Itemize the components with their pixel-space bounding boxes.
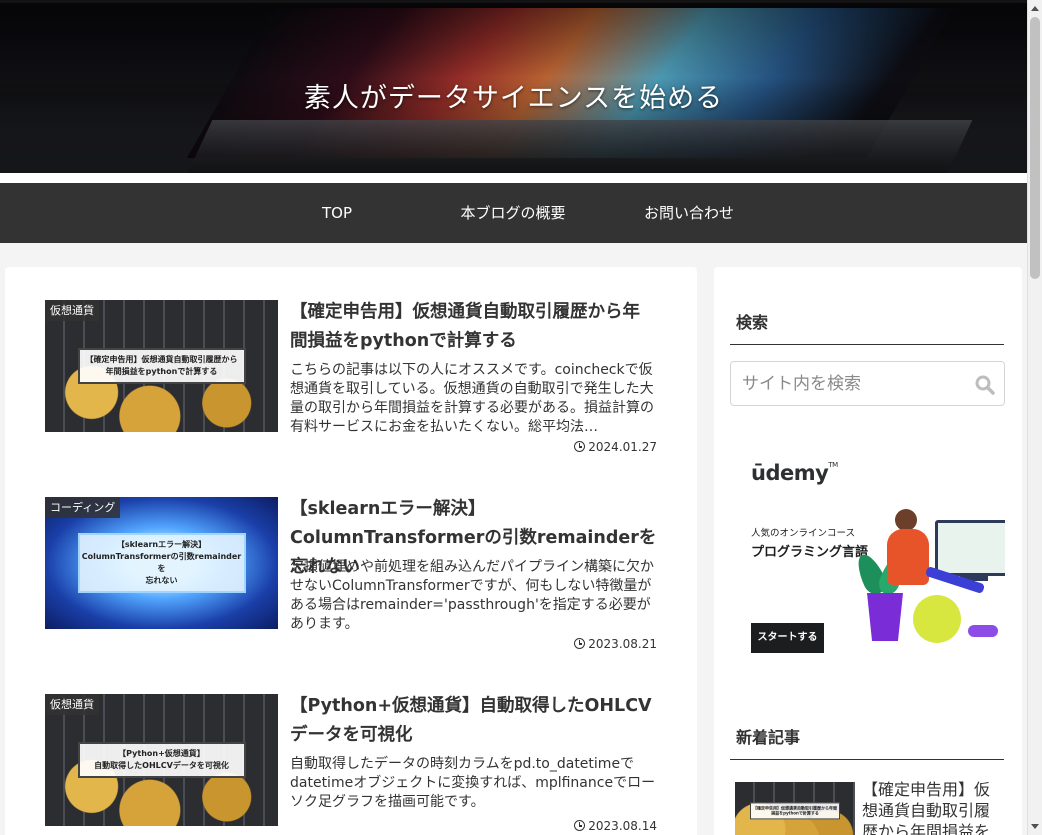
nav-item-about[interactable]: 本ブログの概要 — [425, 183, 601, 243]
post-card[interactable]: 【Python+仮想通貨】 自動取得したOHLCVデータを可視化 仮想通貨 【P… — [45, 694, 657, 835]
post-date: 2023.08.14 — [537, 819, 657, 833]
vertical-scrollbar[interactable] — [1027, 0, 1042, 835]
udemy-logo-tm: TM — [828, 461, 838, 469]
thumbnail-caption-line: 年間損益をpythonで計算する — [105, 367, 218, 376]
header-divider — [0, 173, 1027, 183]
scrollbar-thumb[interactable] — [1030, 17, 1040, 279]
search-icon[interactable] — [975, 375, 995, 395]
ad-subtitle: 人気のオンラインコース — [751, 528, 856, 539]
nav-item-contact[interactable]: お問い合わせ — [601, 183, 777, 243]
category-label: 仮想通貨 — [45, 300, 99, 321]
sidebar: 検索 ūdemyTM 人気のオンラインコース プログラミング言語 スタートする … — [714, 267, 1022, 835]
new-post-thumbnail[interactable]: 【確定申告用】仮想通貨自動取引履歴から年間損益をpythonで計算する — [735, 782, 855, 835]
search-input[interactable] — [731, 362, 971, 405]
new-post-thumbnail-caption: 【確定申告用】仮想通貨自動取引履歴から年間損益をpythonで計算する — [750, 801, 840, 820]
udemy-ad-banner[interactable]: ūdemyTM 人気のオンラインコース プログラミング言語 スタートする — [750, 457, 1005, 657]
thumbnail-caption-line: 忘れない — [145, 576, 178, 585]
post-thumbnail[interactable]: 【Python+仮想通貨】 自動取得したOHLCVデータを可視化 仮想通貨 — [45, 694, 278, 826]
clock-icon — [574, 820, 586, 831]
ad-illustration-monitor — [935, 520, 1005, 576]
scroll-up-arrow-icon[interactable] — [1031, 6, 1039, 11]
thumbnail-caption-line: 【確定申告用】仮想通貨自動取引履歴から — [85, 355, 238, 364]
post-date-text: 2023.08.14 — [588, 819, 657, 833]
site-header: 素人がデータサイエンスを始める — [0, 0, 1027, 173]
post-thumbnail[interactable]: 【確定申告用】仮想通貨自動取引履歴から 年間損益をpythonで計算する 仮想通… — [45, 300, 278, 432]
ad-illustration-plant-pot — [867, 593, 903, 641]
thumbnail-caption-line: 【Python+仮想通貨】 — [118, 749, 205, 758]
new-posts-widget-title: 新着記事 — [730, 724, 1004, 760]
clock-icon — [574, 638, 586, 649]
udemy-logo-text: ūdemy — [751, 461, 829, 485]
post-date-text: 2023.08.21 — [588, 637, 657, 651]
thumbnail-caption: 【Python+仮想通貨】 自動取得したOHLCVデータを可視化 — [77, 742, 246, 778]
post-card[interactable]: 【確定申告用】仮想通貨自動取引履歴から 年間損益をpythonで計算する 仮想通… — [45, 300, 657, 470]
site-title[interactable]: 素人がデータサイエンスを始める — [0, 76, 1027, 115]
thumbnail-caption: 【確定申告用】仮想通貨自動取引履歴から 年間損益をpythonで計算する — [77, 348, 246, 384]
ad-illustration-ball-seat — [913, 595, 961, 643]
thumbnail-caption-line: ColumnTransformerの引数remainderを — [81, 552, 242, 573]
clock-icon — [574, 441, 586, 452]
post-thumbnail[interactable]: 【sklearnエラー解決】 ColumnTransformerの引数remai… — [45, 497, 278, 629]
post-snippet: 欠損値埋めや前処理を組み込んだパイプライン構築に欠かせないColumnTrans… — [290, 559, 654, 632]
thumbnail-caption: 【sklearnエラー解決】 ColumnTransformerの引数remai… — [77, 533, 246, 593]
new-post-title[interactable]: 【確定申告用】仮想通貨自動取引履歴から年間損益を — [862, 779, 997, 835]
search-box — [730, 361, 1005, 406]
post-date: 2023.08.21 — [537, 637, 657, 651]
scroll-down-arrow-icon[interactable] — [1031, 824, 1039, 829]
post-list: 【確定申告用】仮想通貨自動取引履歴から 年間損益をpythonで計算する 仮想通… — [5, 267, 697, 835]
thumbnail-caption-line: 【sklearnエラー解決】 — [116, 540, 207, 549]
post-date-text: 2024.01.27 — [588, 440, 657, 454]
ad-illustration-person-head — [895, 509, 917, 531]
udemy-logo: ūdemyTM — [751, 461, 838, 485]
post-title[interactable]: 【Python+仮想通貨】自動取得したOHLCVデータを可視化 — [290, 692, 657, 750]
post-card[interactable]: 【sklearnエラー解決】 ColumnTransformerの引数remai… — [45, 497, 657, 667]
ad-headline: プログラミング言語 — [751, 545, 869, 560]
ad-start-button[interactable]: スタートする — [751, 623, 824, 653]
post-snippet: こちらの記事は以下の人にオススメです。coincheckで仮想通貨を取引している… — [290, 362, 654, 435]
thumbnail-caption-line: 自動取得したOHLCVデータを可視化 — [94, 761, 229, 770]
ad-illustration-person-shoe — [968, 625, 998, 637]
search-widget-title: 検索 — [730, 309, 1004, 345]
new-post-item[interactable]: 【確定申告用】仮想通貨自動取引履歴から年間損益をpythonで計算する 【確定申… — [735, 779, 1005, 835]
ad-illustration-person-body — [887, 529, 929, 585]
post-title[interactable]: 【確定申告用】仮想通貨自動取引履歴から年間損益をpythonで計算する — [290, 298, 657, 356]
category-label: コーディング — [45, 497, 121, 518]
category-label: 仮想通貨 — [45, 694, 99, 715]
main-nav: TOP 本ブログの概要 お問い合わせ — [0, 183, 1027, 243]
nav-item-top[interactable]: TOP — [249, 183, 425, 243]
post-date: 2024.01.27 — [537, 440, 657, 454]
